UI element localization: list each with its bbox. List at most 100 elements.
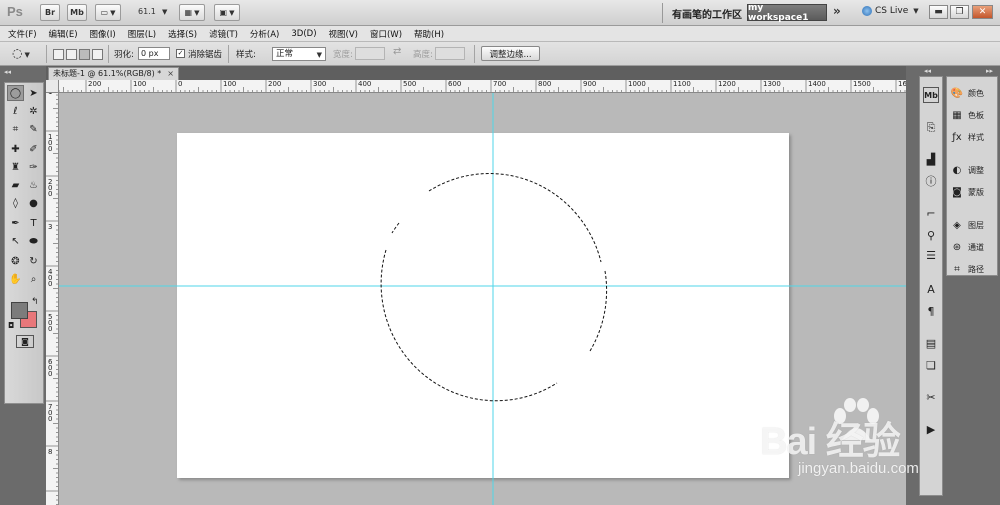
lasso-tool-icon[interactable]: ℓ [7, 103, 24, 119]
ruler-label: 5 0 0 [48, 313, 53, 333]
default-colors-icon[interactable]: ◘ [8, 321, 14, 330]
elliptical-marquee-tool-icon[interactable]: ◯ [7, 85, 24, 101]
workspace-label[interactable]: 有画笔的工作区 [672, 6, 742, 21]
menu-layer[interactable]: 图层(L) [128, 28, 156, 40]
document-tab[interactable]: 未标题-1 @ 61.1%(RGB/8) * × [48, 67, 179, 80]
expand-panels-icon[interactable]: ▸▸ [986, 67, 993, 75]
expand-icon[interactable]: ◂◂ [924, 67, 931, 75]
arrange-documents-button[interactable]: ▦ ▼ [179, 4, 205, 21]
paths-icon: ⌗ [954, 263, 960, 275]
ruler-label: 600 [448, 80, 462, 88]
brush-tool-icon[interactable]: ✐ [25, 141, 42, 157]
blur-tool-icon[interactable]: ◊ [7, 195, 24, 211]
crop-tool-icon[interactable]: ⌗ [7, 121, 24, 137]
workspace-button[interactable]: my workspace1 [747, 3, 827, 23]
view-extras-button[interactable]: ▭ ▼ [95, 4, 121, 21]
minimize-button[interactable]: ▬ [929, 5, 948, 19]
history-brush-tool-icon[interactable]: ✑ [25, 159, 42, 175]
menu-filter[interactable]: 滤镜(T) [209, 28, 238, 40]
type-tool-icon[interactable]: T [25, 215, 42, 231]
foreground-color-swatch[interactable] [11, 302, 28, 319]
refine-edge-button[interactable]: 调整边缘... [481, 46, 540, 61]
histogram-icon[interactable]: ▟ [923, 151, 939, 167]
tool-presets-icon[interactable]: ☰ [923, 247, 939, 263]
menu-help[interactable]: 帮助(H) [414, 28, 444, 40]
new-selection-icon[interactable] [53, 49, 64, 60]
style-select[interactable]: 正常 ▼ [272, 47, 326, 61]
panel-swatches[interactable]: ▦ 色板 [951, 108, 984, 122]
panel-styles[interactable]: ƒx 样式 [951, 130, 984, 144]
path-selection-tool-icon[interactable]: ↖ [7, 233, 24, 249]
dodge-tool-icon[interactable]: ● [25, 195, 42, 211]
magic-wand-tool-icon[interactable]: ✲ [25, 103, 42, 119]
notes-icon[interactable]: ▤ [923, 335, 939, 351]
menu-window[interactable]: 窗口(W) [370, 28, 402, 40]
character-icon[interactable]: A [923, 281, 939, 297]
ruler-label: 500 [403, 80, 417, 88]
vertical-ruler[interactable]: 1 1 0 0 2 0 0 3 4 0 0 5 0 0 6 0 0 7 0 0 8 [46, 93, 59, 505]
screen-mode-button[interactable]: ▣ ▼ [214, 4, 240, 21]
panel-layers[interactable]: ◈ 图层 [951, 218, 984, 232]
swap-icon: ⇄ [393, 46, 402, 57]
more-workspaces-button[interactable]: » [833, 4, 841, 18]
menu-file[interactable]: 文件(F) [8, 28, 37, 40]
marquee-arc-bottom [380, 249, 558, 402]
history-icon[interactable]: ⎘ [923, 120, 939, 136]
tool-preset-picker[interactable]: ◌ ▼ [12, 46, 30, 60]
pen-tool-icon[interactable]: ✒ [7, 215, 24, 231]
clone-source-icon[interactable]: ⚲ [923, 227, 939, 243]
3d-orbit-tool-icon[interactable]: ↻ [25, 253, 42, 269]
3d-rotate-tool-icon[interactable]: ❂ [7, 253, 24, 269]
zoom-tool-icon[interactable]: ⌕ [25, 271, 42, 287]
menu-select[interactable]: 选择(S) [168, 28, 197, 40]
bridge-button[interactable]: Br [40, 4, 60, 21]
quick-mask-icon[interactable]: ◙ [16, 335, 34, 348]
panel-channels[interactable]: ⊛ 通道 [951, 240, 984, 254]
close-document-icon[interactable]: × [167, 68, 174, 80]
healing-brush-tool-icon[interactable]: ✚ [7, 141, 24, 157]
menu-image[interactable]: 图像(I) [90, 28, 116, 40]
divider [46, 45, 47, 63]
ellipse-shape-tool-icon[interactable]: ⬬ [25, 233, 42, 249]
menu-edit[interactable]: 编辑(E) [49, 28, 78, 40]
eyedropper-tool-icon[interactable]: ✎ [25, 121, 42, 137]
subtract-from-selection-icon[interactable] [79, 49, 90, 60]
grid-icon: ▦ [184, 8, 193, 17]
zoom-level[interactable]: 61.1 [138, 7, 156, 16]
paragraph-icon[interactable]: ¶ [923, 303, 939, 319]
restore-button[interactable]: ❐ [950, 5, 969, 19]
menu-view[interactable]: 视图(V) [329, 28, 358, 40]
panel-adjustments[interactable]: ◐ 调整 [951, 163, 984, 177]
close-window-button[interactable]: ✕ [972, 5, 993, 19]
eraser-tool-icon[interactable]: ▰ [7, 177, 24, 193]
mini-bridge-icon[interactable]: Mb [923, 87, 939, 103]
collapse-icon[interactable]: ◂◂ [4, 68, 11, 76]
paint-bucket-tool-icon[interactable]: ♨ [25, 177, 42, 193]
ruler-label: 100 [223, 80, 237, 88]
feather-input[interactable]: 0 px [138, 47, 170, 60]
ruler-label: 1500 [853, 80, 871, 88]
add-to-selection-icon[interactable] [66, 49, 77, 60]
clone-stamp-tool-icon[interactable]: ♜ [7, 159, 24, 175]
info-icon[interactable]: ⓘ [923, 173, 939, 189]
ruler-origin[interactable] [46, 80, 59, 93]
ruler-label: 160 [898, 80, 906, 88]
mini-bridge-button[interactable]: Mb [67, 4, 87, 21]
application-bar: Ps Br Mb ▭ ▼ 61.1 ▼ ▦ ▼ ▣ ▼ 有画笔的工作区 my work… [0, 0, 1000, 26]
chevron-down-icon[interactable]: ▼ [162, 8, 167, 16]
hand-tool-icon[interactable]: ✋ [7, 271, 24, 287]
menu-analysis[interactable]: 分析(A) [250, 28, 279, 40]
brush-presets-icon[interactable]: ⌐ [923, 205, 939, 221]
anti-alias-checkbox[interactable]: ✓ [176, 49, 185, 58]
layer-comps-icon[interactable]: ❏ [923, 357, 939, 373]
swap-colors-icon[interactable]: ↰ [31, 297, 39, 307]
panel-masks[interactable]: ◙ 蒙版 [951, 185, 984, 199]
menu-3d[interactable]: 3D(D) [291, 29, 316, 39]
intersect-selection-icon[interactable] [92, 49, 103, 60]
panel-color[interactable]: 🎨 颜色 [951, 86, 984, 100]
horizontal-ruler[interactable]: 200 100 0 100 200 300 400 500 600 700 800 900 1000 11… [59, 80, 906, 93]
move-tool-icon[interactable]: ➤ [25, 85, 42, 101]
selection-marquee[interactable] [380, 173, 608, 402]
cs-live-button[interactable]: CS Live ▼ [862, 6, 919, 16]
panel-paths[interactable]: ⌗ 路径 [951, 262, 984, 276]
